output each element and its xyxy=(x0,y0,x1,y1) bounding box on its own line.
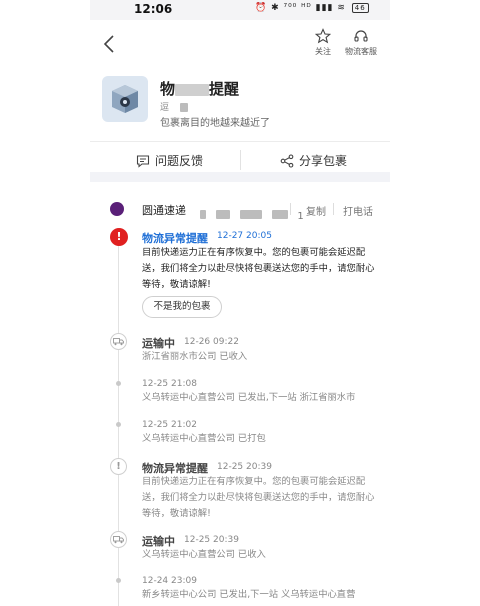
action-separator xyxy=(240,150,241,170)
event-date: 12-26 09:22 xyxy=(184,337,239,347)
package-title: 物 提醒 xyxy=(160,78,239,99)
latest-status: 物流异常提醒 xyxy=(142,232,208,245)
event-time: 12-25 21:08 xyxy=(142,379,197,389)
event-text: 义乌转运中心直营公司 已发出,下一站 浙江省丽水市 xyxy=(142,392,356,403)
event-time: 12-25 21:02 xyxy=(142,420,197,430)
truck-icon xyxy=(110,333,127,350)
share-icon xyxy=(280,153,294,168)
package-sub: 逗 xyxy=(160,100,188,113)
package-thumbnail xyxy=(102,76,148,122)
share-package-button[interactable]: 分享包裹 xyxy=(280,152,347,169)
status-time: 12:06 xyxy=(134,2,173,16)
tracking-number: 1 xyxy=(200,204,304,223)
status-bar: 12:06 ⏰ ✱ ⁷⁰⁰ ᴴᴰ ▮▮▮ ≋ 46 xyxy=(90,0,390,20)
package-title-start: 物 xyxy=(160,80,176,98)
redacted-text xyxy=(216,210,231,219)
timeline-dot xyxy=(116,381,121,386)
package-box-icon xyxy=(112,85,138,113)
phone-screen: 12:06 ⏰ ✱ ⁷⁰⁰ ᴴᴰ ▮▮▮ ≋ 46 关注 物流客服 物 提醒 逗… xyxy=(90,0,390,606)
timeline-dot xyxy=(116,422,121,427)
tracking-card: 圆通速递 1 复制 打电话 ! 物流异常提醒 12-27 20:05 目前快递运… xyxy=(90,182,390,606)
call-button[interactable]: 打电话 xyxy=(343,203,373,218)
event-text: 义乌转运中心直营公司 已打包 xyxy=(142,433,266,444)
star-icon xyxy=(315,28,331,44)
comment-icon xyxy=(136,154,150,168)
status-indicators: ⏰ ✱ ⁷⁰⁰ ᴴᴰ ▮▮▮ ≋ xyxy=(255,3,346,13)
event-text: 新乡转运中心公司 已发出,下一站 义乌转运中心直营 xyxy=(142,589,356,600)
courier-name: 圆通速递 xyxy=(142,204,186,217)
customer-service-button[interactable]: 物流客服 xyxy=(336,28,386,57)
alert-icon: ! xyxy=(110,228,128,246)
redacted-text xyxy=(175,83,210,96)
tracking-suffix: 1 xyxy=(297,211,304,222)
event-date: 12-25 20:39 xyxy=(184,535,239,545)
battery-icon: 46 xyxy=(351,3,369,13)
separator xyxy=(333,203,334,215)
event-time: 12-24 23:09 xyxy=(142,576,197,586)
event-text: 浙江省丽水市公司 已收入 xyxy=(142,351,248,362)
headset-icon xyxy=(354,30,368,42)
not-my-package-button[interactable]: 不是我的包裹 xyxy=(142,296,222,318)
event-text: 目前快递运力正在有序恢复中。您的包裹可能会延迟配送，我们将全力以赴尽快将包裹送达… xyxy=(142,476,375,519)
truck-icon xyxy=(110,531,127,548)
section-gap xyxy=(90,172,390,182)
latest-date: 12-27 20:05 xyxy=(217,231,272,241)
package-hint: 包裹离目的地越来越近了 xyxy=(160,118,270,129)
event-text: 义乌转运中心直营公司 已收入 xyxy=(142,549,266,560)
divider xyxy=(90,141,390,142)
alert-icon: ! xyxy=(110,458,127,475)
status-icons: ⏰ ✱ ⁷⁰⁰ ᴴᴰ ▮▮▮ ≋ 46 xyxy=(255,3,369,13)
share-label: 分享包裹 xyxy=(299,154,348,168)
copy-button[interactable]: 复制 xyxy=(306,203,326,218)
event-date: 12-25 20:39 xyxy=(217,462,272,472)
courier-row: 圆通速递 1 复制 打电话 xyxy=(90,182,390,228)
chevron-left-icon xyxy=(103,35,114,53)
back-button[interactable] xyxy=(102,34,116,54)
timeline-dot xyxy=(116,578,121,583)
feedback-label: 问题反馈 xyxy=(155,154,204,168)
feedback-button[interactable]: 问题反馈 xyxy=(136,152,203,169)
redacted-text xyxy=(240,210,263,219)
service-label: 物流客服 xyxy=(345,47,377,56)
redacted-text xyxy=(200,210,206,219)
tracking-timeline: ! 物流异常提醒 12-27 20:05 目前快递运力正在有序恢复中。您的包裹可… xyxy=(90,228,390,606)
courier-logo xyxy=(110,202,124,216)
separator xyxy=(290,203,291,215)
redacted-text xyxy=(179,103,188,112)
package-sub-prefix: 逗 xyxy=(160,103,170,113)
package-title-end: 提醒 xyxy=(209,80,240,98)
redacted-text xyxy=(272,210,289,219)
follow-label: 关注 xyxy=(315,47,331,56)
latest-text: 目前快递运力正在有序恢复中。您的包裹可能会延迟配送，我们将全力以赴尽快将包裹送达… xyxy=(142,247,375,290)
